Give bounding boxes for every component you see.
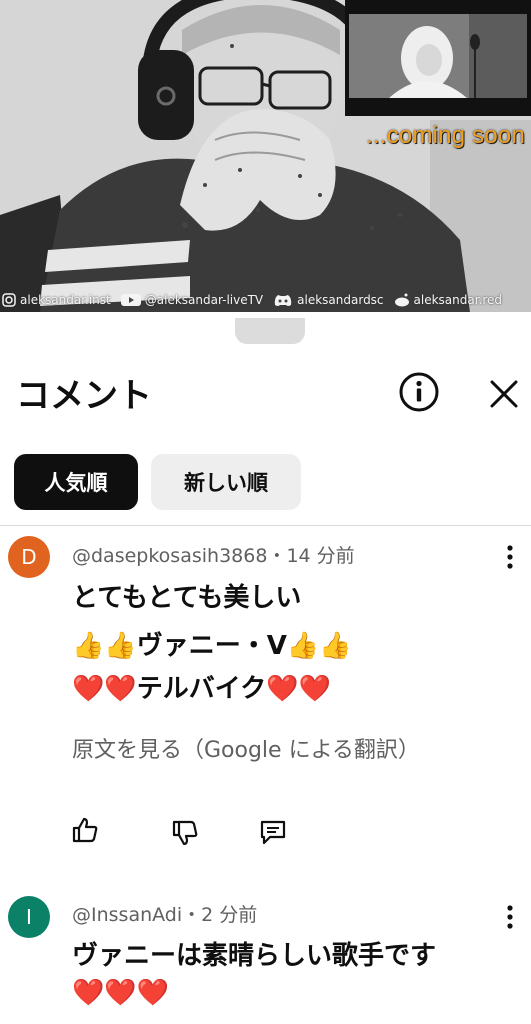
comment-text-line: ❤️❤️❤️ xyxy=(72,978,169,1008)
meta-separator: ・ xyxy=(267,545,287,567)
watermark-reddit: aleksandar.red xyxy=(394,293,503,307)
watermark-instagram-text: aleksandar.inst xyxy=(20,293,111,307)
reply-icon[interactable] xyxy=(258,817,288,847)
avatar-letter: D xyxy=(21,545,37,569)
picture-in-picture-preview xyxy=(345,0,531,116)
comment-author[interactable]: @dasepkosasih3868 xyxy=(72,545,267,567)
see-original-link[interactable]: 原文を見る（Google による翻訳） xyxy=(72,732,420,764)
comments-title: コメント xyxy=(16,376,152,416)
comment-text-line: とてもとても美しい xyxy=(72,577,301,614)
instagram-icon xyxy=(2,293,16,307)
comment-meta: @dasepkosasih3868・14 分前 xyxy=(72,541,355,568)
comment-time: 2 分前 xyxy=(201,904,258,926)
watermark-youtube-text: @aleksandar-liveTV xyxy=(144,293,264,307)
social-watermark-bar: aleksandar.inst @aleksandar-liveTV aleks… xyxy=(0,288,531,312)
avatar-letter: I xyxy=(26,905,32,929)
emoji-heart: ❤️❤️ xyxy=(266,674,331,704)
comment-text: ヴァニーは素晴らしい歌手です xyxy=(72,941,437,971)
comment-text: とてもとても美しい xyxy=(72,583,302,613)
emoji-heart: ❤️❤️ xyxy=(72,674,137,704)
comment-time: 14 分前 xyxy=(286,545,355,567)
more-options-icon[interactable] xyxy=(500,543,520,571)
filter-top-comments-chip[interactable]: 人気順 xyxy=(14,454,138,510)
comment-text-line: 👍👍ヴァニー・V👍👍 xyxy=(72,625,352,662)
emoji-thumbs-up: 👍👍 xyxy=(286,631,352,661)
info-icon[interactable] xyxy=(398,371,440,413)
video-player[interactable]: ...coming soon aleksandar.inst @aleksand… xyxy=(0,0,531,312)
meta-separator: ・ xyxy=(182,904,202,926)
comment-author[interactable]: @InssanAdi xyxy=(72,904,182,926)
comment-meta: @InssanAdi・2 分前 xyxy=(72,900,257,927)
watermark-discord-text: aleksandardsc xyxy=(297,293,384,307)
comment-text: ヴァニー・V xyxy=(136,631,287,661)
watermark-reddit-text: aleksandar.red xyxy=(413,293,503,307)
divider xyxy=(0,525,531,526)
discord-icon xyxy=(274,295,292,306)
comment-text-line: ヴァニーは素晴らしい歌手です xyxy=(72,935,436,972)
coming-soon-overlay: ...coming soon xyxy=(366,122,525,149)
avatar[interactable]: D xyxy=(8,536,50,578)
dislike-icon[interactable] xyxy=(170,818,200,848)
comments-sheet: コメント 人気順 新しい順 D @dasepkosasih3868・14 分前 … xyxy=(0,312,531,1024)
watermark-instagram: aleksandar.inst xyxy=(2,293,111,307)
filter-newest-first-chip[interactable]: 新しい順 xyxy=(151,454,301,510)
more-options-icon[interactable] xyxy=(500,903,520,931)
comment-text: テルバイク xyxy=(136,674,267,704)
avatar[interactable]: I xyxy=(8,896,50,938)
like-icon[interactable] xyxy=(70,815,100,845)
youtube-icon xyxy=(120,294,141,306)
comment-text-line: ❤️❤️テルバイク❤️❤️ xyxy=(72,668,331,705)
watermark-discord: aleksandardsc xyxy=(273,293,384,307)
reddit-icon xyxy=(394,293,409,307)
watermark-youtube: @aleksandar-liveTV xyxy=(120,293,264,307)
close-icon[interactable] xyxy=(484,374,524,414)
sheet-drag-handle[interactable] xyxy=(235,318,305,344)
emoji-thumbs-up: 👍👍 xyxy=(72,631,137,661)
emoji-heart: ❤️❤️❤️ xyxy=(72,978,170,1008)
